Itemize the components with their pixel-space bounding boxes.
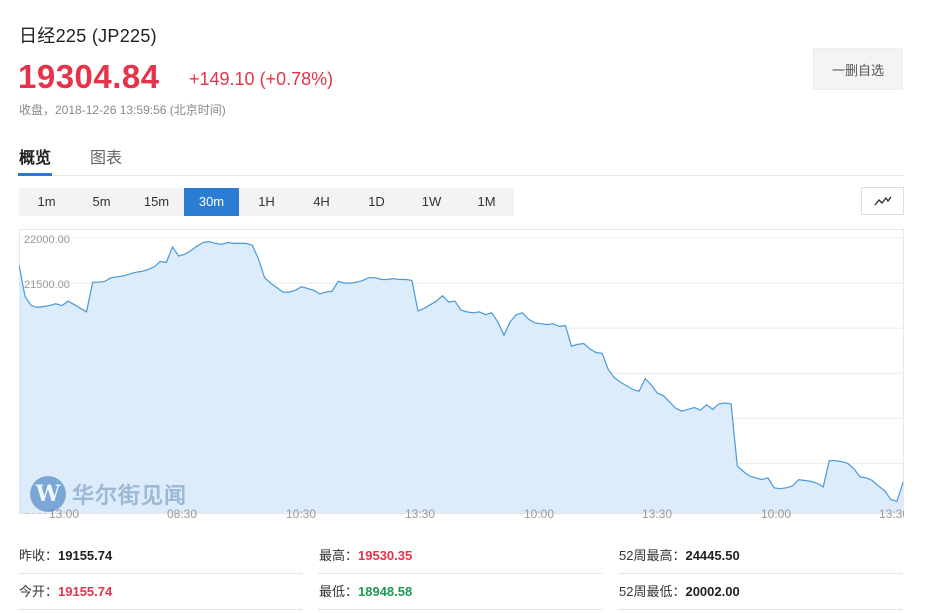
stat-value: 19155.74 bbox=[58, 584, 113, 599]
stat-prev-close: 昨收：19155.74 bbox=[19, 540, 302, 574]
y-tick-label: 21500.00 bbox=[24, 279, 70, 291]
x-tick-label: 13:30 bbox=[405, 507, 435, 521]
period-1m[interactable]: 1m bbox=[19, 188, 74, 216]
stat-open: 今开：19155.74 bbox=[19, 576, 302, 610]
stat-label: 今开： bbox=[19, 584, 59, 599]
period-selector: 1m 5m 15m 30m 1H 4H 1D 1W 1M bbox=[19, 188, 514, 216]
x-tick-label: 13:30 bbox=[879, 507, 904, 521]
stat-high: 最高：19530.35 bbox=[319, 540, 602, 574]
y-tick-label: 22000.00 bbox=[24, 234, 70, 246]
stat-52w-high: 52周最高：24445.50 bbox=[619, 540, 902, 574]
period-30m[interactable]: 30m bbox=[184, 188, 239, 216]
watermark-text: 华尔街见闻 bbox=[72, 484, 188, 509]
stat-value: 18948.58 bbox=[358, 584, 413, 599]
period-4h[interactable]: 4H bbox=[294, 188, 349, 216]
stat-low: 最低：18948.58 bbox=[319, 576, 602, 610]
period-1h[interactable]: 1H bbox=[239, 188, 294, 216]
x-tick-label: 10:00 bbox=[761, 507, 791, 521]
period-1mo[interactable]: 1M bbox=[459, 188, 514, 216]
stat-value: 24445.50 bbox=[685, 548, 740, 563]
tab-overview[interactable]: 概览 bbox=[18, 144, 53, 176]
remove-watchlist-button[interactable]: 一删自选 bbox=[813, 48, 903, 90]
period-5m[interactable]: 5m bbox=[74, 188, 129, 216]
watermark: W 华尔街见闻 bbox=[30, 476, 187, 512]
x-tick-label: 10:30 bbox=[286, 507, 316, 521]
instrument-title: 日经225 (JP225) bbox=[19, 26, 157, 46]
stat-label: 最低： bbox=[319, 584, 359, 599]
price-change: +149.10 (+0.78%) bbox=[189, 69, 334, 89]
stat-label: 昨收： bbox=[19, 548, 59, 563]
stat-value: 19530.35 bbox=[358, 548, 413, 563]
line-chart-icon bbox=[873, 196, 892, 206]
x-tick-label: 10:00 bbox=[524, 507, 554, 521]
period-15m[interactable]: 15m bbox=[129, 188, 184, 216]
stat-value: 20002.00 bbox=[685, 584, 740, 599]
period-1d[interactable]: 1D bbox=[349, 188, 404, 216]
tab-bar: 概览 图表 bbox=[18, 140, 904, 176]
chart-type-toggle[interactable] bbox=[861, 187, 904, 215]
period-1w[interactable]: 1W bbox=[404, 188, 459, 216]
wallstreetcn-logo-icon: W bbox=[30, 476, 66, 512]
x-tick-label: 13:30 bbox=[642, 507, 672, 521]
stat-52w-low: 52周最低：20002.00 bbox=[619, 576, 902, 610]
stat-label: 52周最高： bbox=[619, 548, 686, 563]
close-time: 收盘，2018-12-26 13:59:56 (北京时间) bbox=[19, 103, 226, 117]
current-price: 19304.84 bbox=[18, 58, 160, 95]
stat-label: 52周最低： bbox=[619, 584, 686, 599]
tab-chart[interactable]: 图表 bbox=[90, 144, 122, 176]
stat-value: 19155.74 bbox=[58, 548, 113, 563]
stat-label: 最高： bbox=[319, 548, 359, 563]
